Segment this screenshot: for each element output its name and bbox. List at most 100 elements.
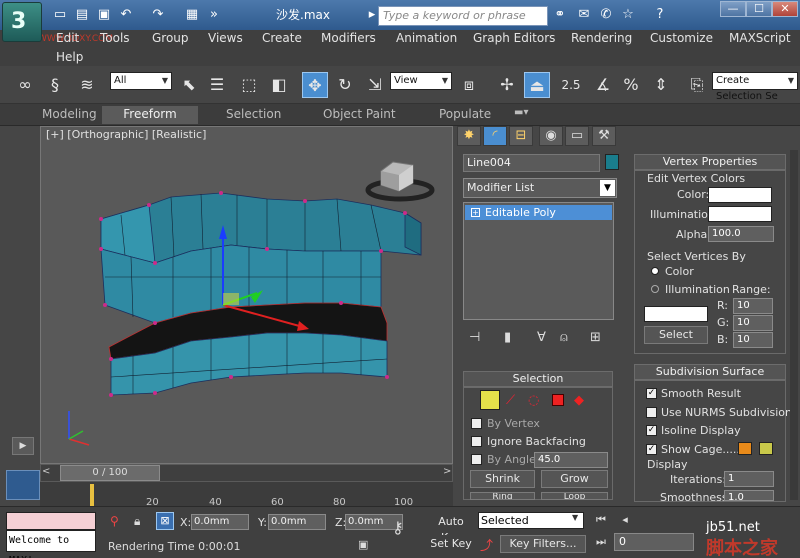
select-color-swatch[interactable] — [644, 306, 708, 322]
tab-modeling[interactable]: Modeling — [42, 107, 97, 121]
minimize-button[interactable]: — — [720, 1, 746, 17]
window-crossing-icon[interactable]: ◧ — [266, 72, 292, 98]
utilities-panel-icon[interactable]: ⚒ — [592, 126, 616, 146]
remove-modifier-icon[interactable]: ⍝ — [560, 330, 568, 345]
edit-named-selection-icon[interactable]: ⎘ — [684, 72, 710, 98]
lock-icon[interactable]: 🔒︎ — [134, 514, 140, 529]
cage-color-2-swatch[interactable] — [759, 442, 773, 455]
rect-selection-icon[interactable]: ⬚ — [236, 72, 262, 98]
selection-rollout-header[interactable]: Selection — [463, 371, 613, 387]
move-icon[interactable]: ✥ — [302, 72, 328, 98]
smooth-result-checkbox[interactable]: ✓ — [646, 388, 657, 399]
bind-space-warp-icon[interactable]: ≋ — [74, 72, 100, 98]
next-frame-icon[interactable]: > — [443, 466, 451, 477]
key-mode-toggle-icon[interactable]: ⏭ — [592, 534, 610, 550]
show-end-result-icon[interactable]: ▮ — [504, 330, 511, 345]
scale-icon[interactable]: ⇲ — [362, 72, 388, 98]
menu-rendering[interactable]: Rendering — [571, 31, 632, 45]
show-cage-checkbox[interactable]: ✓ — [646, 444, 657, 455]
mini-curve-editor-icon[interactable] — [6, 470, 40, 500]
current-frame-field[interactable]: 0 — [614, 533, 694, 551]
maxscript-listener-top[interactable] — [6, 512, 96, 530]
maximize-button[interactable]: ☐ — [746, 1, 772, 17]
hierarchy-panel-icon[interactable]: ⊟ — [509, 126, 533, 146]
iterations-spinner[interactable]: 1 — [724, 471, 774, 487]
cage-color-1-swatch[interactable] — [738, 442, 752, 455]
menu-animation[interactable]: Animation — [396, 31, 457, 45]
vertex-mode-icon[interactable] — [480, 390, 500, 410]
ring-button[interactable]: Ring — [470, 492, 535, 500]
menu-customize[interactable]: Customize — [650, 31, 713, 45]
app-menu-button[interactable]: 3 — [2, 2, 42, 42]
ribbon-menu-icon[interactable]: ▬▾ — [514, 107, 528, 118]
ignore-backfacing-checkbox[interactable] — [471, 436, 482, 447]
menu-edit[interactable]: Edit — [56, 31, 79, 45]
expand-plus-icon[interactable]: + — [471, 208, 480, 217]
open-file-icon[interactable]: ▤ — [74, 7, 90, 23]
angle-snap-icon[interactable]: ∡ — [590, 72, 616, 98]
help-icon[interactable]: ? — [652, 7, 668, 23]
select-button[interactable]: Select — [644, 326, 708, 344]
chevron-down-icon[interactable]: ▼ — [600, 180, 615, 196]
menu-modifiers[interactable]: Modifiers — [321, 31, 376, 45]
subdivision-header[interactable]: Subdivision Surface — [634, 364, 786, 380]
create-panel-icon[interactable]: ✸ — [457, 126, 481, 146]
smoothness-spinner[interactable]: 1.0 — [724, 490, 774, 501]
project-folder-icon[interactable]: ▦ — [184, 7, 200, 23]
search-input[interactable]: Type a keyword or phrase — [378, 6, 548, 26]
loop-button[interactable]: Loop — [541, 492, 608, 500]
range-r-spinner[interactable]: 10 — [733, 298, 773, 314]
time-slider[interactable]: 0 / 100 — [60, 465, 160, 481]
viewport-layout-tab-button[interactable]: ▶ — [12, 437, 34, 455]
vertex-properties-header[interactable]: Vertex Properties — [634, 154, 786, 170]
communication-icon[interactable]: ✆ — [598, 7, 614, 23]
ref-coord-dropdown[interactable]: View — [390, 72, 452, 90]
modifier-list-dropdown[interactable]: Modifier List — [463, 178, 617, 198]
tab-selection[interactable]: Selection — [226, 107, 281, 121]
rotate-icon[interactable]: ↻ — [332, 72, 358, 98]
menu-graph-editors[interactable]: Graph Editors — [473, 31, 555, 45]
make-unique-icon[interactable]: ∀ — [537, 330, 546, 345]
menu-tools[interactable]: Tools — [100, 31, 130, 45]
use-nurms-checkbox[interactable] — [646, 407, 657, 418]
isoline-checkbox[interactable]: ✓ — [646, 425, 657, 436]
link-icon[interactable]: ∞ — [12, 72, 38, 98]
select-by-name-icon[interactable]: ☰ — [204, 72, 230, 98]
keyboard-shortcut-override-icon[interactable]: ⏏ — [524, 72, 550, 98]
favorites-star-icon[interactable]: ☆ — [620, 7, 636, 23]
key-filters-button[interactable]: Key Filters... — [500, 535, 586, 553]
pin-stack-icon[interactable]: ⊣ — [469, 330, 480, 345]
element-mode-icon[interactable]: ◆ — [574, 393, 584, 408]
vertex-color-swatch[interactable] — [708, 187, 772, 203]
absolute-mode-icon[interactable]: ⊠ — [156, 512, 174, 530]
viewport[interactable] — [40, 126, 453, 464]
named-selection-field[interactable]: Create Selection Se — [712, 72, 798, 102]
menu-views[interactable]: Views — [208, 31, 243, 45]
x-coordinate-field[interactable]: 0.0mm — [191, 514, 249, 530]
border-mode-icon[interactable]: ◌ — [528, 393, 539, 408]
set-key-curve-icon[interactable]: ⤴ — [480, 535, 493, 554]
angle-spinner[interactable]: 45.0 — [534, 452, 608, 468]
maxscript-listener[interactable]: Welcome to MAX! — [6, 530, 96, 558]
prev-frame-icon[interactable]: < — [42, 466, 50, 477]
spinner-snap-icon[interactable]: ⇕ — [648, 72, 674, 98]
modify-panel-icon[interactable]: ◜ — [483, 126, 507, 146]
object-name-field[interactable]: Line004 — [463, 154, 600, 172]
object-color-swatch[interactable] — [605, 154, 619, 170]
viewport-label[interactable]: [+] [Orthographic] [Realistic] — [46, 128, 206, 141]
subscription-icon[interactable]: ✉ — [576, 7, 592, 23]
more-icon[interactable]: » — [206, 7, 222, 23]
tab-object-paint[interactable]: Object Paint — [323, 107, 396, 121]
alpha-spinner[interactable]: 100.0 — [708, 226, 774, 242]
tab-freeform[interactable]: Freeform — [102, 106, 198, 124]
binoculars-icon[interactable]: ⚭ — [552, 7, 568, 23]
percent-snap-icon[interactable]: % — [618, 72, 644, 98]
go-to-start-icon[interactable]: ⏮ — [592, 512, 610, 528]
previous-frame-icon[interactable]: ◂ — [616, 512, 634, 528]
motion-panel-icon[interactable]: ◉ — [539, 126, 563, 146]
y-coordinate-field[interactable]: 0.0mm — [268, 514, 326, 530]
select-manipulate-icon[interactable]: ✢ — [494, 72, 520, 98]
shrink-button[interactable]: Shrink — [470, 470, 535, 488]
menu-group[interactable]: Group — [152, 31, 189, 45]
by-illumination-radio[interactable] — [651, 285, 659, 293]
